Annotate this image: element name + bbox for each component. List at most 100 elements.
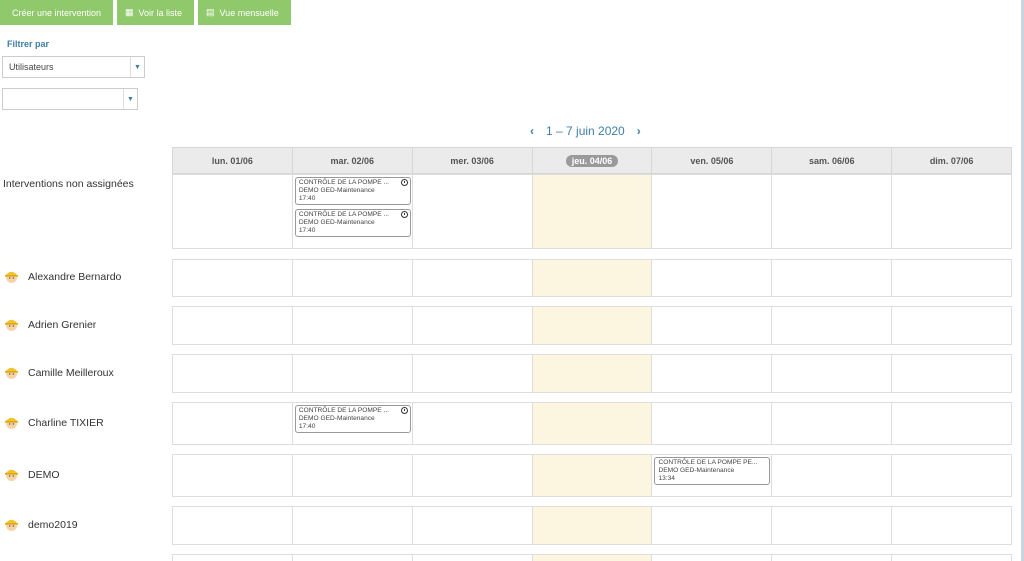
technician-avatar-icon xyxy=(3,516,20,533)
day-cell[interactable] xyxy=(892,507,1011,544)
intervention-event[interactable]: CONTRÔLE DE LA POMPE ... DEMO GED-Mainten… xyxy=(294,405,411,433)
create-intervention-label: Créer une intervention xyxy=(11,7,102,18)
day-cell[interactable] xyxy=(293,307,413,344)
day-cell[interactable] xyxy=(772,403,893,444)
day-cell[interactable] xyxy=(892,175,1011,248)
technician-avatar-icon xyxy=(3,316,20,333)
create-intervention-button[interactable]: Créer une intervention xyxy=(0,0,113,25)
day-cell[interactable] xyxy=(772,307,893,344)
day-cell[interactable] xyxy=(772,555,893,561)
day-cell[interactable] xyxy=(772,507,893,544)
day-cell[interactable] xyxy=(413,455,533,496)
day-cell[interactable] xyxy=(892,455,1011,496)
month-view-label: Vue mensuelle xyxy=(219,7,279,18)
day-cell[interactable] xyxy=(293,260,413,296)
day-cell[interactable] xyxy=(532,355,653,392)
month-view-button[interactable]: ▤ Vue mensuelle xyxy=(198,0,291,25)
day-cell[interactable] xyxy=(413,307,533,344)
week-range-label: 1 – 7 juin 2020 xyxy=(546,124,625,138)
day-cell[interactable] xyxy=(173,355,293,392)
day-header: mar. 02/06 xyxy=(293,148,413,173)
day-cell[interactable] xyxy=(293,355,413,392)
day-cell[interactable] xyxy=(772,260,893,296)
day-cell[interactable] xyxy=(652,355,773,392)
day-cell[interactable] xyxy=(532,403,653,444)
day-cell[interactable] xyxy=(892,260,1011,296)
day-cell[interactable] xyxy=(173,175,293,248)
day-cell[interactable] xyxy=(173,455,293,496)
toolbar: Créer une intervention ▦ Voir la liste ▤… xyxy=(0,0,291,25)
day-header-label: jeu. 04/06 xyxy=(565,154,619,167)
day-header-label: ven. 05/06 xyxy=(690,155,734,166)
day-cell[interactable] xyxy=(413,507,533,544)
day-cell[interactable] xyxy=(173,403,293,444)
calendar-row xyxy=(172,259,1012,297)
chevron-down-icon[interactable]: ▼ xyxy=(123,89,137,109)
day-header-label: dim. 07/06 xyxy=(929,155,974,166)
day-cell[interactable] xyxy=(293,555,413,561)
day-cell[interactable] xyxy=(772,455,893,496)
day-cell[interactable]: CONTRÔLE DE LA POMPE ... DEMO GED-Mainten… xyxy=(293,175,413,248)
filter-type-value: Utilisateurs xyxy=(9,62,54,72)
day-cell[interactable]: CONTRÔLE DE LA POMPE PE... DEMO GED-Maint… xyxy=(652,455,773,496)
row-label: Adrien Grenier xyxy=(3,316,96,333)
row-label-text: demo2019 xyxy=(28,518,78,531)
day-cell[interactable] xyxy=(652,175,773,248)
day-cell[interactable] xyxy=(293,455,413,496)
clock-icon xyxy=(400,179,408,186)
day-cell[interactable] xyxy=(532,307,653,344)
row-label: DEMO xyxy=(3,466,60,483)
prev-week-icon[interactable]: ‹ xyxy=(530,124,534,138)
day-cell[interactable] xyxy=(413,260,533,296)
technician-avatar-icon xyxy=(3,466,20,483)
day-cell[interactable] xyxy=(532,260,653,296)
day-cell[interactable] xyxy=(532,555,653,561)
day-cell[interactable] xyxy=(413,175,533,248)
day-cell[interactable] xyxy=(293,507,413,544)
day-cell[interactable] xyxy=(652,307,773,344)
day-cell[interactable] xyxy=(892,555,1011,561)
row-label-text: Alexandre Bernardo xyxy=(28,270,122,283)
day-cell[interactable] xyxy=(173,555,293,561)
day-cell[interactable] xyxy=(173,307,293,344)
row-label: Interventions non assignées xyxy=(3,178,134,190)
day-cell[interactable] xyxy=(532,507,653,544)
day-cell[interactable] xyxy=(652,555,773,561)
calendar-row: CONTRÔLE DE LA POMPE PE... DEMO GED-Maint… xyxy=(172,454,1012,497)
day-cell[interactable] xyxy=(892,355,1011,392)
row-label-text: DEMO xyxy=(28,468,60,481)
day-header: ven. 05/06 xyxy=(652,148,773,173)
row-label-text: Adrien Grenier xyxy=(28,318,97,331)
day-cell[interactable] xyxy=(532,175,653,248)
day-cell[interactable] xyxy=(413,355,533,392)
day-cell[interactable] xyxy=(413,555,533,561)
day-cell[interactable] xyxy=(173,260,293,296)
day-cell[interactable] xyxy=(652,403,773,444)
chevron-down-icon[interactable]: ▼ xyxy=(130,57,144,77)
clock-icon xyxy=(400,407,408,414)
intervention-event[interactable]: CONTRÔLE DE LA POMPE PE... DEMO GED-Maint… xyxy=(654,457,771,485)
day-header: lun. 01/06 xyxy=(173,148,293,173)
view-list-button[interactable]: ▦ Voir la liste xyxy=(117,0,194,25)
day-cell[interactable] xyxy=(173,507,293,544)
day-cell[interactable] xyxy=(772,355,893,392)
intervention-event[interactable]: CONTRÔLE DE LA POMPE ... DEMO GED-Mainten… xyxy=(294,177,411,205)
day-cell[interactable] xyxy=(652,507,773,544)
filter-type-select[interactable]: Utilisateurs ▼ xyxy=(2,56,145,78)
event-client: DEMO GED-Maintenance xyxy=(298,415,375,422)
day-cell[interactable] xyxy=(772,175,893,248)
day-cell[interactable] xyxy=(413,403,533,444)
calendar-row: CONTRÔLE DE LA POMPE ... DEMO GED-Mainten… xyxy=(172,174,1012,249)
day-cell[interactable] xyxy=(532,455,653,496)
day-cell[interactable] xyxy=(892,403,1011,444)
filter-value-select[interactable]: ▼ xyxy=(2,88,138,110)
day-cell[interactable] xyxy=(652,260,773,296)
filter-label: Filtrer par xyxy=(7,39,50,49)
event-client: DEMO GED-Maintenance xyxy=(298,187,375,194)
day-cell[interactable] xyxy=(892,307,1011,344)
next-week-icon[interactable]: › xyxy=(637,124,641,138)
calendar-header: lun. 01/06 mar. 02/06 mer. 03/06 jeu. 04/06… xyxy=(172,147,1012,174)
intervention-event[interactable]: CONTRÔLE DE LA POMPE ... DEMO GED-Mainten… xyxy=(294,209,411,237)
day-cell[interactable]: CONTRÔLE DE LA POMPE ... DEMO GED-Mainten… xyxy=(293,403,413,444)
day-header: mer. 03/06 xyxy=(413,148,533,173)
